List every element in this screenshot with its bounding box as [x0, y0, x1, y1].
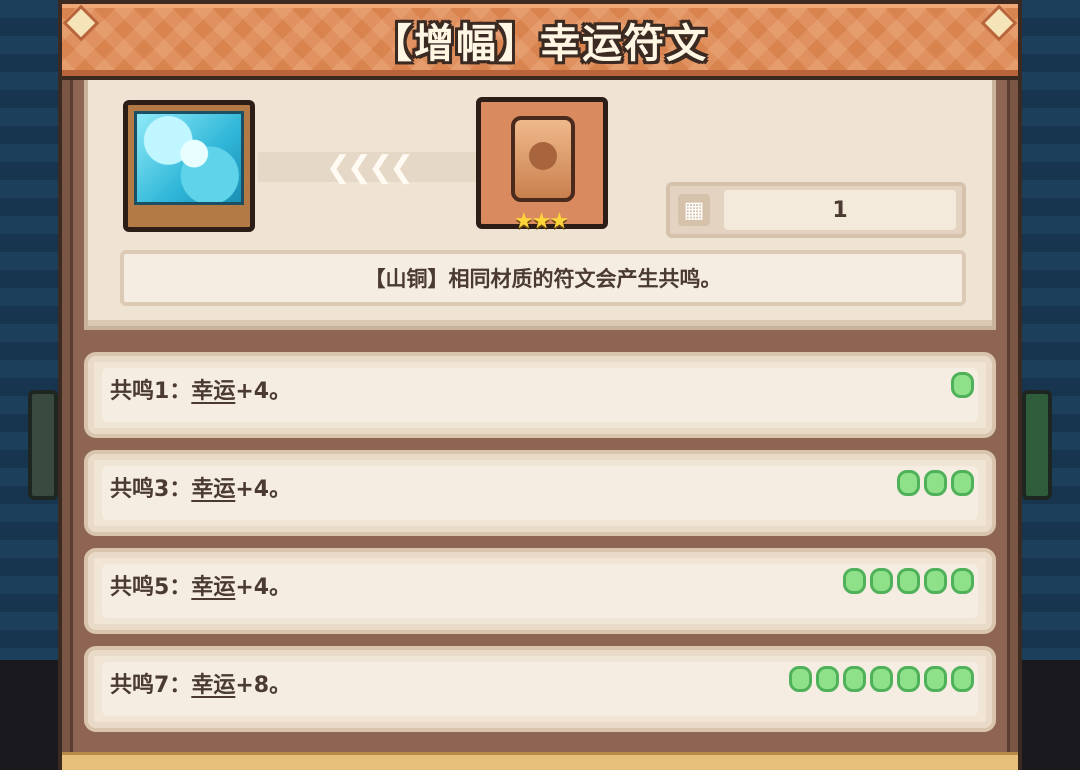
resonance-suffix: +8。: [235, 673, 292, 698]
rune-stars: ★★★: [514, 209, 569, 234]
stat-link-luck[interactable]: 幸运: [191, 477, 235, 502]
panel-title: 【增幅】幸运符文: [372, 21, 708, 67]
resonance-pip: [870, 568, 893, 594]
background-left: [0, 0, 60, 770]
resonance-pip: [924, 568, 947, 594]
resonance-prefix: 共鸣1：: [110, 379, 192, 404]
header-corner-left: [62, 4, 100, 42]
resonance-pip: [951, 568, 974, 594]
resonance-pip: [951, 470, 974, 496]
header-corner-right: [980, 4, 1018, 42]
resonance-label: 共鸣3：幸运+4。: [110, 471, 291, 503]
resonance-pip: [897, 470, 920, 496]
grid-icon: ▦: [678, 194, 710, 226]
resonance-suffix: +4。: [235, 575, 292, 600]
resonance-label: 共鸣7：幸运+8。: [110, 667, 291, 699]
resonance-row-5: 共鸣5：幸运+4。: [84, 548, 996, 634]
rune-icon: [511, 116, 575, 202]
background-right: [1020, 0, 1080, 770]
target-item-slot[interactable]: [123, 100, 255, 232]
panel-bottom-trim: [62, 752, 1018, 770]
resonance-pip: [897, 568, 920, 594]
resonance-row-7: 共鸣7：幸运+8。: [84, 646, 996, 732]
resonance-pip: [951, 666, 974, 692]
resonance-pips: [789, 666, 974, 692]
rune-description: 【山铜】相同材质的符文会产生共鸣。: [120, 250, 966, 306]
resonance-pips: [897, 470, 974, 496]
resonance-pips: [843, 568, 974, 594]
side-knob-right: [1022, 390, 1052, 500]
rune-slot[interactable]: ★★★: [476, 97, 608, 234]
side-knob-left: [28, 390, 58, 500]
resonance-pips: [951, 372, 974, 398]
stat-link-luck[interactable]: 幸运: [191, 379, 235, 404]
resonance-label: 共鸣1：幸运+4。: [110, 373, 291, 405]
resonance-prefix: 共鸣5：: [110, 575, 192, 600]
resonance-pip: [816, 666, 839, 692]
resonance-pip: [789, 666, 812, 692]
resonance-pip: [870, 666, 893, 692]
resonance-suffix: +4。: [235, 379, 292, 404]
rune-info-card: ❮❮❮❮ ★★★ ▦ 1 【山铜】相同材质的符文会产生共鸣。: [84, 80, 996, 330]
rune-count-value: 1: [724, 190, 956, 230]
resonance-prefix: 共鸣3：: [110, 477, 192, 502]
panel-header: 【增幅】幸运符文: [58, 0, 1022, 80]
resonance-prefix: 共鸣7：: [110, 673, 192, 698]
resonance-suffix: +4。: [235, 477, 292, 502]
transfer-arrow-icon: ❮❮❮❮: [258, 150, 478, 185]
resonance-row-1: 共鸣1：幸运+4。: [84, 352, 996, 438]
resonance-pip: [924, 666, 947, 692]
resonance-row-3: 共鸣3：幸运+4。: [84, 450, 996, 536]
rune-count-box: ▦ 1: [666, 182, 966, 238]
resonance-pip: [897, 666, 920, 692]
resonance-pip: [843, 568, 866, 594]
resonance-pip: [843, 666, 866, 692]
stat-link-luck[interactable]: 幸运: [191, 575, 235, 600]
resonance-pip: [951, 372, 974, 398]
resonance-pip: [924, 470, 947, 496]
stat-link-luck[interactable]: 幸运: [191, 673, 235, 698]
crystal-item-icon: [134, 111, 244, 205]
resonance-label: 共鸣5：幸运+4。: [110, 569, 291, 601]
